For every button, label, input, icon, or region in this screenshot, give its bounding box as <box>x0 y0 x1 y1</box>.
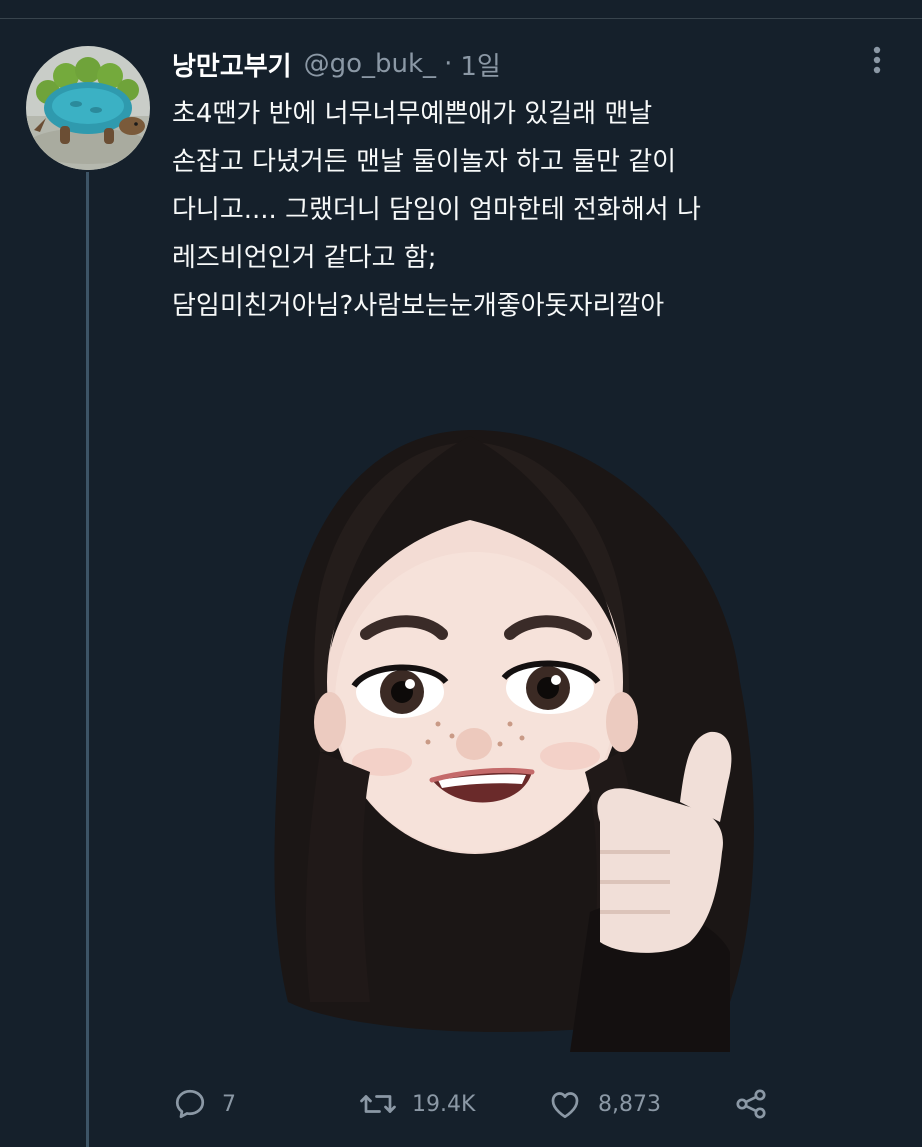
tweet-text-line: 다니고.... 그랬더니 담임이 엄마한테 전화해서 나 <box>172 195 701 225</box>
reply-count: 7 <box>222 1091 236 1117</box>
avatar[interactable] <box>26 46 150 170</box>
retweet-button[interactable]: 19.4K <box>358 1082 475 1126</box>
share-icon <box>736 1089 766 1119</box>
heart-icon <box>551 1092 579 1119</box>
author-display-name[interactable]: 낭만고부기 <box>172 46 292 83</box>
share-button[interactable] <box>732 1082 770 1126</box>
reply-icon <box>175 1089 205 1119</box>
author-handle[interactable]: @go_buk_ <box>304 49 436 79</box>
more-options-button[interactable] <box>862 42 892 78</box>
memoji-thumbs-up-icon <box>274 429 754 1052</box>
tweet-action-bar: 7 19.4K 8,873 <box>172 1082 812 1126</box>
tweet-text: 초4땐가 반에 너무너무예쁜애가 있길래 맨날 손잡고 다녔거든 맨날 둘이놀자… <box>172 90 902 330</box>
thread-line <box>86 172 89 1147</box>
retweet-icon <box>360 1095 396 1113</box>
tweet-timestamp[interactable]: 1일 <box>460 46 500 83</box>
top-divider <box>0 18 922 19</box>
tweet-text-line: 손잡고 다녔거든 맨날 둘이놀자 하고 둘만 같이 <box>172 147 677 177</box>
retweet-count: 19.4K <box>412 1091 476 1117</box>
more-vertical-icon <box>873 46 881 74</box>
tweet-text-line: 초4땐가 반에 너무너무예쁜애가 있길래 맨날 <box>172 99 653 129</box>
turtle-avatar-icon <box>26 46 150 170</box>
tweet-text-line: 레즈비언인거 같다고 함; <box>172 243 437 273</box>
like-count: 8,873 <box>598 1091 661 1117</box>
like-button[interactable]: 8,873 <box>546 1082 661 1126</box>
tweet-media[interactable] <box>170 352 902 1052</box>
separator-dot: · <box>444 49 453 79</box>
reply-button[interactable]: 7 <box>172 1082 236 1126</box>
tweet-text-line: 담임미친거아님?사람보는눈개좋아돗자리깔아 <box>172 291 665 321</box>
tweet-header: 낭만고부기 @go_buk_ · 1일 <box>172 42 501 86</box>
